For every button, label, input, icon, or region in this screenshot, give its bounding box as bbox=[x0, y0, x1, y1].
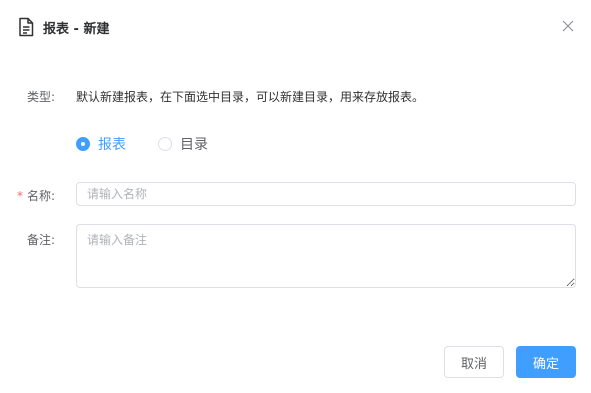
dialog-title: 报表 - 新建 bbox=[43, 21, 110, 37]
radio-directory-label[interactable]: 目录 bbox=[180, 134, 208, 154]
radio-report[interactable]: 报表 bbox=[76, 134, 126, 154]
remark-label: 备注: bbox=[27, 233, 56, 247]
radio-directory[interactable]: 目录 bbox=[158, 134, 208, 154]
required-mark: * bbox=[17, 189, 23, 203]
remark-textarea[interactable] bbox=[76, 224, 576, 288]
cancel-button[interactable]: 取消 bbox=[444, 346, 504, 378]
confirm-button[interactable]: 确定 bbox=[516, 346, 576, 378]
name-input[interactable] bbox=[76, 182, 576, 206]
name-label: 名称: bbox=[27, 189, 56, 203]
radio-directory-circle[interactable] bbox=[158, 137, 172, 151]
radio-report-label[interactable]: 报表 bbox=[98, 134, 126, 154]
document-icon bbox=[19, 17, 34, 37]
type-label: 类型: bbox=[27, 90, 56, 104]
radio-report-circle[interactable] bbox=[76, 137, 90, 151]
close-icon[interactable] bbox=[561, 19, 575, 33]
type-hint: 默认新建报表，在下面选中目录，可以新建目录，用来存放报表。 bbox=[76, 90, 425, 104]
name-label-wrap: * 名称: bbox=[17, 187, 55, 204]
dialog-header: 报表 - 新建 bbox=[17, 16, 109, 38]
type-radio-group: 报表 目录 bbox=[76, 134, 240, 154]
create-report-dialog: 报表 - 新建 类型: 默认新建报表，在下面选中目录，可以新建目录，用来存放报表… bbox=[0, 0, 591, 393]
